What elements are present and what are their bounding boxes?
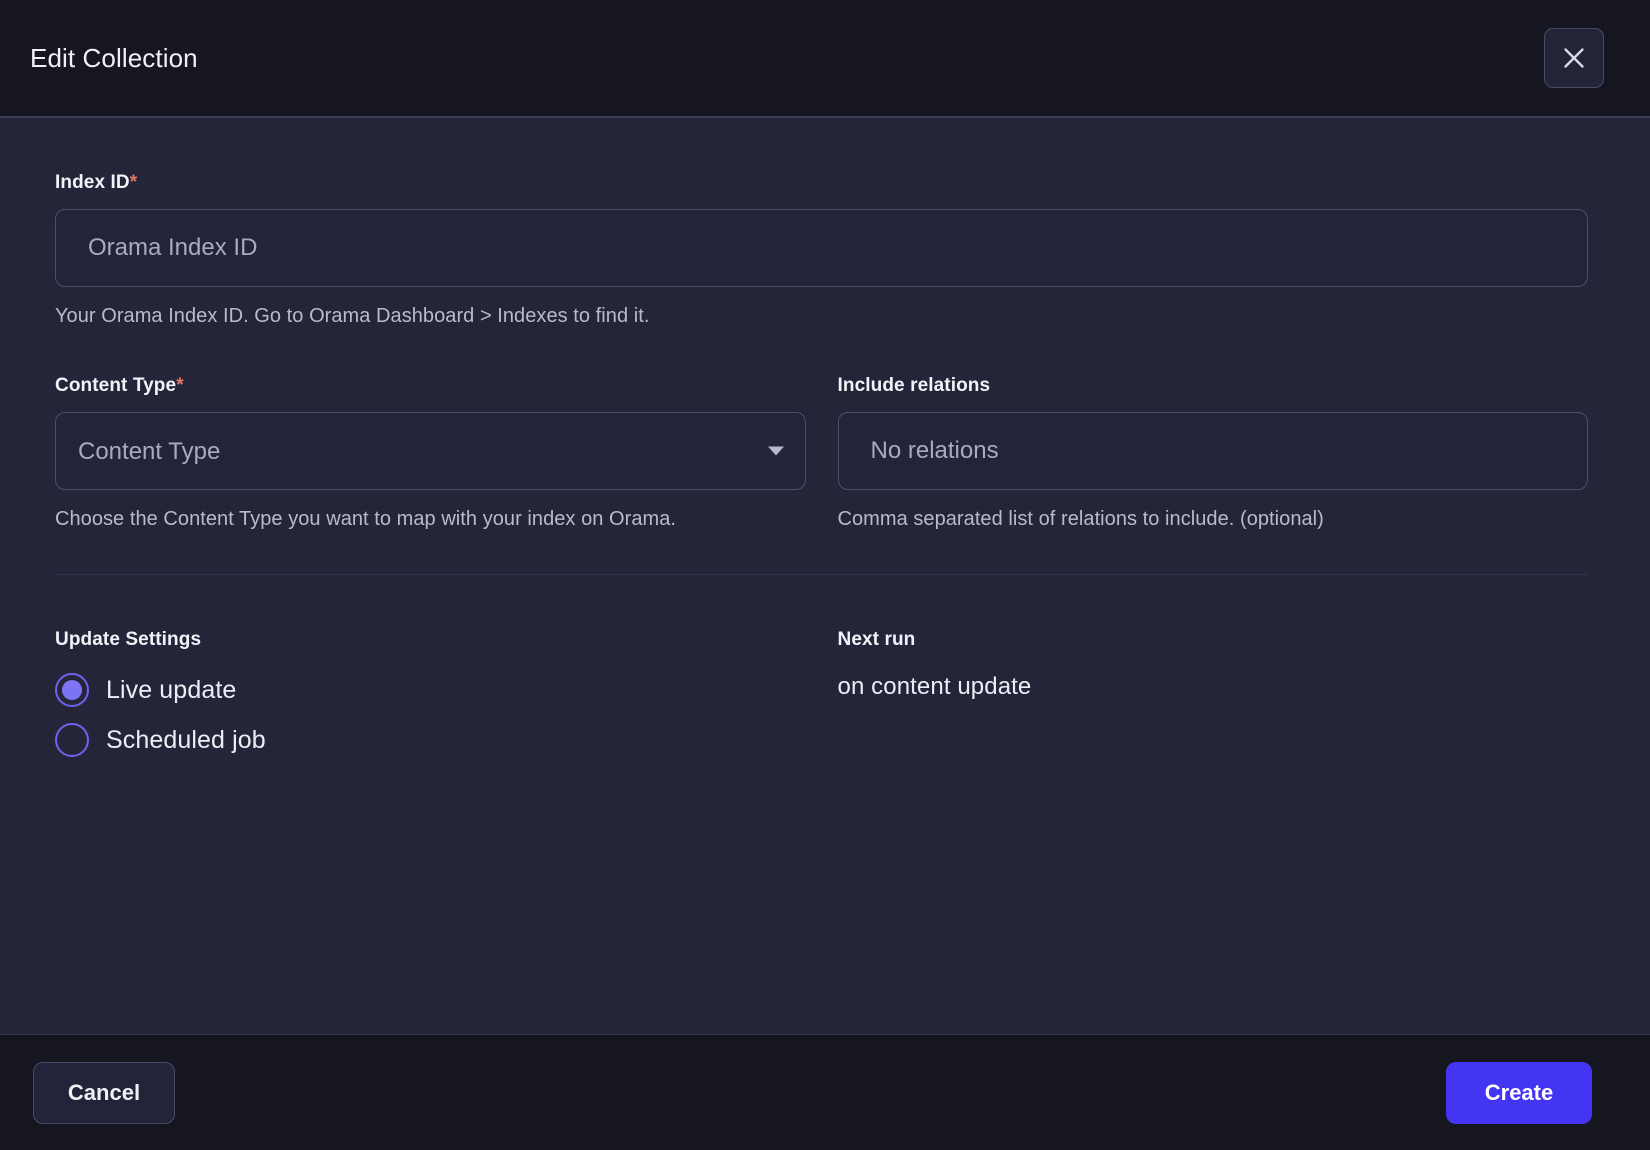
- update-settings-label: Update Settings: [55, 629, 202, 650]
- radio-button-icon: [55, 723, 89, 757]
- content-type-label-text: Content Type: [55, 375, 177, 396]
- content-type-select-wrap: Content Type: [55, 412, 806, 490]
- radio-scheduled-job[interactable]: Scheduled job: [55, 723, 266, 757]
- index-id-label: Index ID*: [55, 172, 1588, 194]
- next-run-group: Next run on content update: [838, 629, 1589, 773]
- include-relations-field-group: Include relations Comma separated list o…: [837, 375, 1588, 534]
- include-relations-label: Include relations: [837, 375, 991, 396]
- include-relations-input[interactable]: [837, 412, 1588, 490]
- close-button[interactable]: [1544, 28, 1604, 88]
- section-divider: [55, 574, 1588, 575]
- modal-footer: Cancel Create: [0, 1034, 1650, 1150]
- radio-live-update-label: Live update: [106, 675, 237, 704]
- cancel-button[interactable]: Cancel: [33, 1061, 175, 1124]
- close-icon: [1561, 45, 1587, 71]
- settings-row: Update Settings Live update Scheduled jo…: [55, 629, 1588, 773]
- page-title: Edit Collection: [30, 42, 198, 73]
- next-run-value: on content update: [837, 673, 1032, 700]
- index-id-input[interactable]: [55, 209, 1588, 287]
- content-type-helper-text: Choose the Content Type you want to map …: [55, 508, 677, 530]
- index-id-helper-text: Your Orama Index ID. Go to Orama Dashboa…: [55, 305, 650, 327]
- required-asterisk: *: [129, 172, 138, 193]
- content-type-relations-row: Content Type* Content Type Choose the Co…: [55, 375, 1588, 534]
- next-run-label: Next run: [837, 629, 916, 650]
- edit-collection-modal: Edit Collection Index ID* Your Orama Ind…: [0, 0, 1650, 1150]
- modal-header: Edit Collection: [0, 0, 1650, 118]
- index-id-field-group: Index ID* Your Orama Index ID. Go to Ora…: [55, 172, 1588, 331]
- content-type-field-group: Content Type* Content Type Choose the Co…: [55, 375, 806, 534]
- required-asterisk: *: [176, 375, 184, 396]
- include-relations-helper-text: Comma separated list of relations to inc…: [837, 508, 1324, 530]
- modal-body: Index ID* Your Orama Index ID. Go to Ora…: [0, 118, 1650, 1034]
- content-type-label: Content Type*: [55, 375, 806, 397]
- content-type-select[interactable]: Content Type: [55, 412, 806, 490]
- update-settings-group: Update Settings Live update Scheduled jo…: [55, 629, 806, 773]
- radio-live-update[interactable]: Live update: [55, 673, 236, 707]
- create-button[interactable]: Create: [1446, 1061, 1592, 1124]
- radio-scheduled-job-label: Scheduled job: [106, 725, 266, 754]
- radio-button-icon: [55, 673, 89, 707]
- index-id-label-text: Index ID: [55, 172, 130, 193]
